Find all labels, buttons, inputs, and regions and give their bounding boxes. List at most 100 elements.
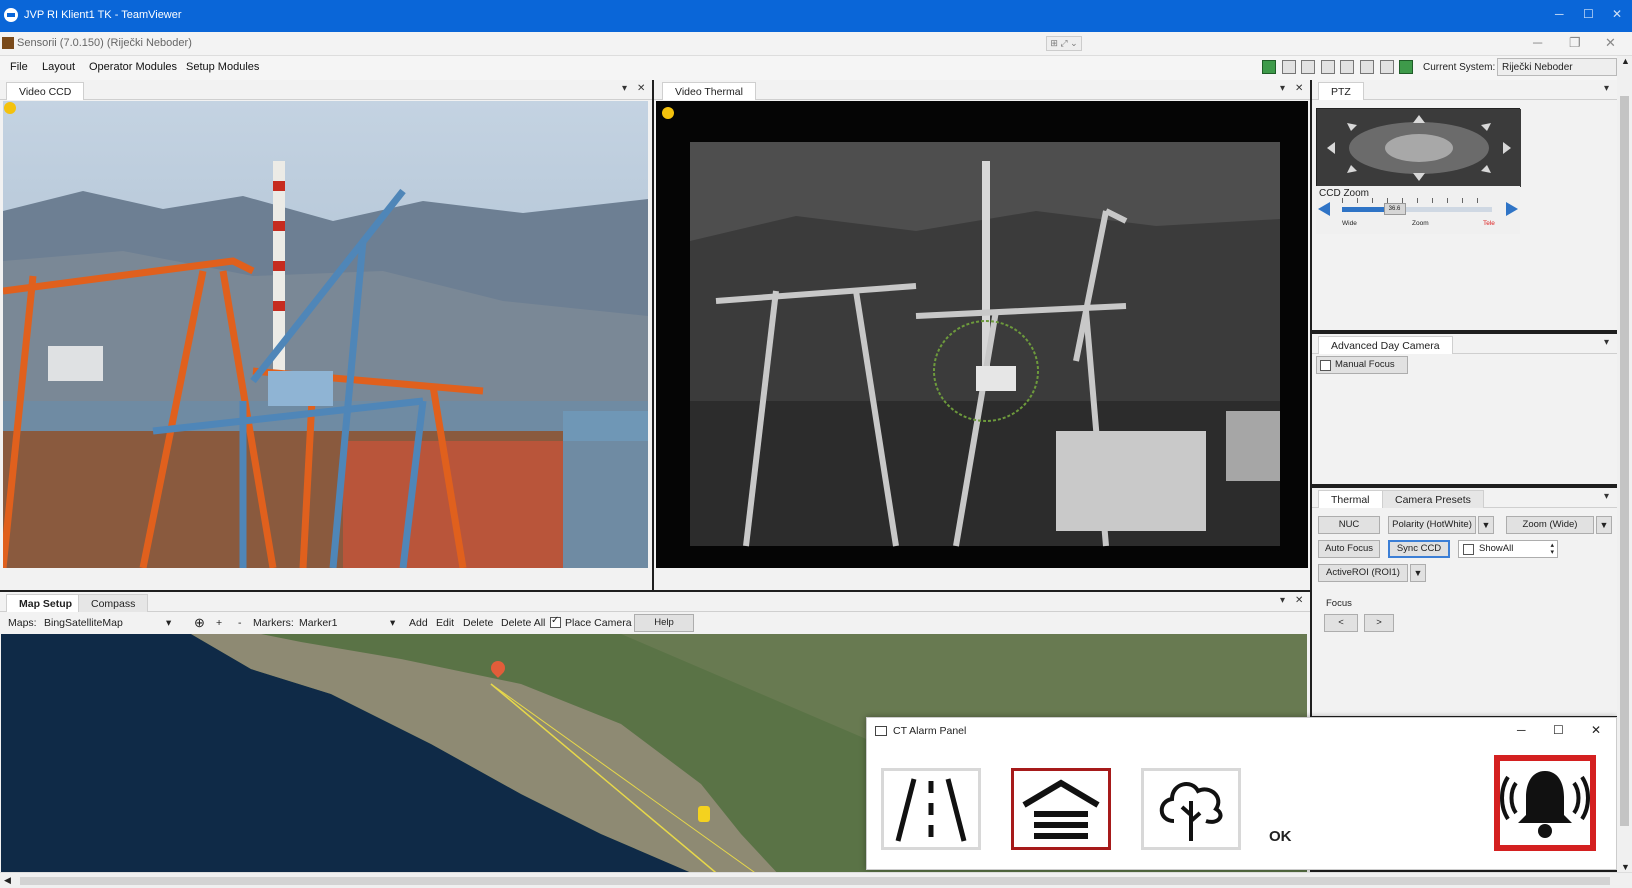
- refresh-icon[interactable]: [1262, 60, 1276, 74]
- app-title: Sensorii (7.0.150) (Riječki Neboder): [17, 37, 192, 49]
- manual-focus-checkbox[interactable]: [1320, 360, 1331, 371]
- map-close-button[interactable]: ✕: [1295, 595, 1303, 606]
- tab-advanced-day-camera[interactable]: Advanced Day Camera: [1318, 336, 1453, 354]
- tab-camera-presets[interactable]: Camera Presets: [1382, 490, 1484, 508]
- video-ccd-pin-button[interactable]: ▾: [622, 83, 627, 94]
- show-all-checkbox[interactable]: [1463, 544, 1474, 555]
- ptz-direction-pad[interactable]: [1316, 108, 1521, 187]
- tab-map-setup[interactable]: Map Setup: [6, 594, 86, 612]
- video-ccd-tabbar: Video CCD ▾ ✕: [0, 80, 652, 100]
- ccd-video-feed[interactable]: [3, 101, 648, 568]
- lock-group-icon[interactable]: [1340, 60, 1354, 74]
- zoom-thumb[interactable]: 36.6: [1383, 203, 1406, 215]
- tab-compass[interactable]: Compass: [78, 594, 149, 612]
- scroll-left-icon[interactable]: ◀: [4, 875, 11, 886]
- vertical-scroll-thumb[interactable]: [1620, 96, 1629, 826]
- horizontal-scroll-thumb[interactable]: [20, 877, 1610, 885]
- app-minimize-button[interactable]: ─: [1533, 35, 1542, 50]
- menu-file[interactable]: File: [10, 61, 28, 73]
- video-ccd-close-button[interactable]: ✕: [637, 83, 645, 94]
- sync-ccd-button[interactable]: Sync CCD: [1388, 540, 1450, 558]
- remote-toolbar-toggle[interactable]: ⊞ ⤢ ⌄: [1046, 36, 1082, 51]
- zoom-tele-arrow-icon[interactable]: [1506, 202, 1518, 216]
- zoom-select[interactable]: Zoom (Wide): [1506, 516, 1594, 534]
- scroll-down-icon[interactable]: ▼: [1621, 862, 1630, 872]
- delete-all-button[interactable]: Delete All: [501, 617, 545, 629]
- camera-icon[interactable]: [1301, 60, 1315, 74]
- road-alarm-tile[interactable]: [881, 768, 981, 850]
- tab-video-ccd[interactable]: Video CCD: [6, 82, 85, 100]
- video-thermal-close-button[interactable]: ✕: [1295, 83, 1303, 94]
- scroll-up-icon[interactable]: ▲: [1621, 56, 1630, 66]
- ccd-port-scene: [3, 101, 648, 568]
- polarity-dropdown-icon[interactable]: ▼: [1478, 516, 1494, 534]
- zoom-wide-arrow-icon[interactable]: [1318, 202, 1330, 216]
- show-all-spinner-icon[interactable]: ▴ ▾: [1550, 542, 1554, 556]
- alarm-close-button[interactable]: ✕: [1591, 723, 1601, 737]
- tab-thermal[interactable]: Thermal: [1318, 490, 1383, 508]
- alarm-ok-label[interactable]: OK: [1269, 828, 1292, 845]
- horizontal-scrollbar[interactable]: ◀: [0, 872, 1632, 888]
- tv-close-button[interactable]: ✕: [1612, 7, 1622, 21]
- camera-marker-icon[interactable]: [698, 806, 710, 822]
- zoom-track[interactable]: [1342, 207, 1492, 212]
- teamviewer-title-bar: JVP RI Klient1 TK - TeamViewer ─ ☐ ✕: [0, 0, 1632, 32]
- markers-dropdown-icon[interactable]: ▾: [390, 617, 395, 629]
- thermal-video-feed[interactable]: [656, 101, 1308, 568]
- active-roi-select[interactable]: ActiveROI (ROI1): [1318, 564, 1408, 582]
- polarity-select[interactable]: Polarity (HotWhite): [1388, 516, 1476, 534]
- tv-minimize-button[interactable]: ─: [1555, 7, 1564, 21]
- focus-far-button[interactable]: >: [1364, 614, 1394, 632]
- ptz-pin-button[interactable]: ▾: [1604, 83, 1609, 94]
- menu-setup-modules[interactable]: Setup Modules: [186, 61, 259, 73]
- app-restore-button[interactable]: ❐: [1569, 35, 1581, 51]
- markers-select[interactable]: Marker1: [299, 617, 338, 629]
- zoom-in-button[interactable]: +: [216, 617, 222, 629]
- maps-dropdown-icon[interactable]: ▾: [166, 617, 171, 629]
- focus-near-button[interactable]: <: [1324, 614, 1358, 632]
- current-system-label: Current System:: [1423, 62, 1496, 73]
- edit-button[interactable]: Edit: [436, 617, 454, 629]
- menu-operator-modules[interactable]: Operator Modules: [89, 61, 177, 73]
- help-button[interactable]: Help: [634, 614, 694, 632]
- maps-select[interactable]: BingSatelliteMap: [44, 617, 176, 629]
- auto-focus-button[interactable]: Auto Focus: [1318, 540, 1380, 558]
- map-tabbar: Map Setup Compass ▾ ✕: [0, 592, 1310, 612]
- delete-button[interactable]: Delete: [463, 617, 493, 629]
- current-system-select[interactable]: Riječki Neboder: [1497, 58, 1617, 76]
- active-roi-dropdown-icon[interactable]: ▼: [1410, 564, 1426, 582]
- zoom-wide-label: Wide: [1342, 220, 1357, 227]
- nuc-button[interactable]: NUC: [1318, 516, 1380, 534]
- menu-layout[interactable]: Layout: [42, 61, 75, 73]
- map-pin-button[interactable]: ▾: [1280, 595, 1285, 606]
- vertical-scrollbar[interactable]: ▲ ▼: [1617, 56, 1632, 872]
- advanced-day-pin-button[interactable]: ▾: [1604, 337, 1609, 348]
- monitor-icon[interactable]: [1399, 60, 1413, 74]
- zoom-dropdown-icon[interactable]: ▼: [1596, 516, 1612, 534]
- thermal-controls-panel: Thermal Camera Presets ▾ NUC Polarity (H…: [1312, 488, 1617, 716]
- alarm-bell-button[interactable]: [1494, 755, 1596, 851]
- zoom-out-button[interactable]: -: [238, 617, 242, 629]
- document-icon[interactable]: [1380, 60, 1394, 74]
- tab-ptz[interactable]: PTZ: [1318, 82, 1364, 100]
- alarm-maximize-button[interactable]: ☐: [1553, 723, 1564, 737]
- place-camera-checkbox[interactable]: [550, 615, 561, 628]
- building-alarm-tile[interactable]: [1011, 768, 1111, 850]
- locate-icon[interactable]: ⊕: [194, 615, 205, 631]
- teamviewer-logo-icon: [4, 8, 18, 22]
- ct-alarm-panel: CT Alarm Panel ─ ☐ ✕ OK: [866, 717, 1617, 870]
- tab-video-thermal[interactable]: Video Thermal: [662, 82, 756, 100]
- log-icon[interactable]: [1360, 60, 1374, 74]
- tree-alarm-tile[interactable]: [1141, 768, 1241, 850]
- add-button[interactable]: Add: [409, 617, 428, 629]
- thermal-pin-button[interactable]: ▾: [1604, 491, 1609, 502]
- alarm-panel-title: CT Alarm Panel: [893, 725, 967, 737]
- app-close-button[interactable]: ✕: [1605, 35, 1616, 51]
- alarm-minimize-button[interactable]: ─: [1517, 723, 1526, 737]
- lock-icon[interactable]: [1321, 60, 1335, 74]
- video-thermal-pin-button[interactable]: ▾: [1280, 83, 1285, 94]
- show-all-field[interactable]: ShowAll ▴ ▾: [1458, 540, 1558, 558]
- tv-maximize-button[interactable]: ☐: [1583, 7, 1594, 21]
- hourglass-icon[interactable]: [1282, 60, 1296, 74]
- ptz-tabbar: PTZ ▾: [1312, 80, 1617, 100]
